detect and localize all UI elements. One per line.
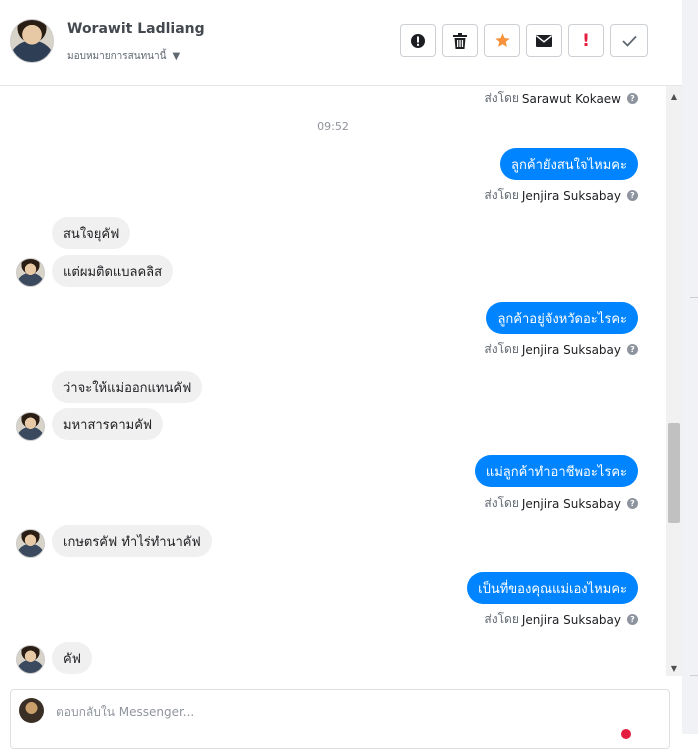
contact-avatar-small: [16, 529, 45, 558]
outgoing-message[interactable]: ลูกค้าอยู่จังหวัดอะไรคะ: [486, 302, 638, 334]
message-thread[interactable]: ส่งโดย Sarawut Kokaew ? 09:52 ลูกค้ายังส…: [0, 86, 666, 676]
outgoing-message[interactable]: แม่ลูกค้าทำอาชีพอะไรคะ: [474, 455, 638, 487]
sent-by-line: ส่งโดย Jenjira Suksabay ?: [484, 340, 638, 359]
page-avatar: [19, 698, 44, 723]
contact-avatar-small: [16, 645, 45, 674]
contact-avatar-small: [16, 258, 45, 287]
message-timestamp: 09:52: [317, 120, 349, 133]
mark-done-button[interactable]: [610, 24, 648, 57]
contact-avatar[interactable]: [10, 19, 54, 63]
delete-button[interactable]: [442, 24, 478, 57]
mark-unread-button[interactable]: [526, 24, 562, 57]
conversation-toolbar: !: [400, 24, 648, 57]
scroll-down-arrow-icon[interactable]: ▼: [666, 660, 682, 676]
sent-by-line: ส่งโดย Jenjira Suksabay ?: [484, 186, 638, 205]
contact-avatar-small: [16, 412, 45, 441]
mail-icon: [536, 34, 552, 47]
incoming-message[interactable]: สนใจยุคัฟ: [52, 217, 131, 249]
exclamation-icon: !: [582, 30, 590, 51]
caret-down-icon: ▼: [172, 51, 181, 62]
star-icon: [494, 33, 510, 47]
conversation-header: Worawit Ladliang มอบหมายการสนทนานี้ ▼ !: [0, 0, 682, 86]
alert-icon: [411, 33, 425, 48]
reply-composer[interactable]: [10, 689, 670, 749]
assign-label: มอบหมายการสนทนานี้: [67, 51, 167, 62]
help-icon[interactable]: ?: [627, 344, 638, 355]
incoming-message[interactable]: คัฟ: [52, 642, 92, 674]
help-icon[interactable]: ?: [627, 498, 638, 509]
incoming-message[interactable]: มหาสารคามคัฟ: [52, 408, 164, 440]
sent-by-line: ส่งโดย Jenjira Suksabay ?: [484, 494, 638, 513]
incoming-message[interactable]: ว่าจะให้แม่ออกแทนคัฟ: [52, 371, 203, 403]
scrollbar-thumb[interactable]: [668, 423, 680, 523]
outgoing-message[interactable]: ลูกค้ายังสนใจไหมคะ: [500, 148, 638, 180]
help-icon[interactable]: ?: [627, 614, 638, 625]
star-button[interactable]: [484, 24, 520, 57]
incoming-message[interactable]: แต่ผมติดแบลคลิส: [52, 255, 174, 287]
contact-name[interactable]: Worawit Ladliang: [67, 21, 205, 37]
thread-scrollbar[interactable]: ▲ ▼: [666, 86, 682, 676]
help-icon[interactable]: ?: [627, 190, 638, 201]
outgoing-message[interactable]: เป็นที่ของคุณแม่เองไหมคะ: [467, 572, 638, 604]
priority-button[interactable]: !: [568, 24, 604, 57]
sent-by-line: ส่งโดย Jenjira Suksabay ?: [484, 610, 638, 629]
scroll-up-arrow-icon[interactable]: ▲: [666, 88, 682, 104]
notification-dot: [621, 729, 631, 739]
incoming-message[interactable]: เกษตรคัฟ ทำไร่ทำนาคัฟ: [52, 525, 212, 557]
assign-conversation-dropdown[interactable]: มอบหมายการสนทนานี้ ▼: [67, 49, 180, 64]
report-button[interactable]: [400, 24, 436, 57]
sent-by-line: ส่งโดย Sarawut Kokaew ?: [484, 89, 638, 108]
right-panel-edge: [682, 0, 698, 734]
reply-input[interactable]: [54, 701, 618, 723]
help-icon[interactable]: ?: [627, 93, 638, 104]
check-icon: [621, 35, 637, 47]
trash-icon: [453, 32, 467, 49]
